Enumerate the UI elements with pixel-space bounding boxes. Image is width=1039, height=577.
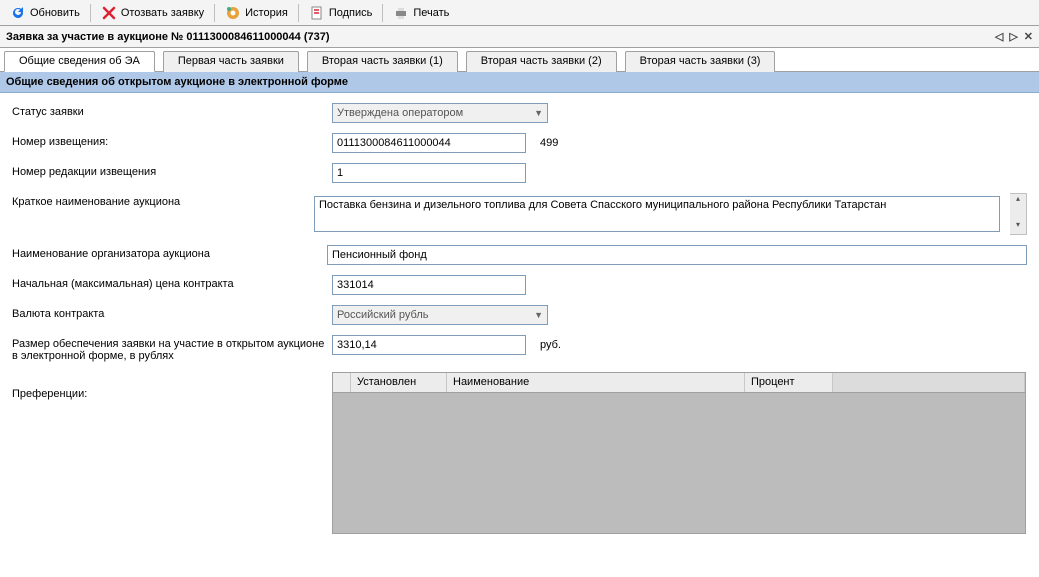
withdraw-label: Отозвать заявку [121,7,204,19]
scroll-up-icon[interactable]: ▴ [1010,194,1026,208]
start-price-input[interactable] [332,275,526,295]
form-area: Статус заявки Утверждена оператором ▼ Но… [0,93,1039,540]
window-title-bar: Заявка за участие в аукционе № 011130008… [0,26,1039,48]
signature-button[interactable]: Подпись [303,3,379,23]
toolbar-separator [382,4,383,22]
currency-label: Валюта контракта [12,305,332,320]
notice-no-label: Номер извещения: [12,133,332,148]
grid-body [333,393,1025,533]
tabs: Общие сведения об ЭА Первая часть заявки… [0,48,1039,72]
prev-record-button[interactable]: ◁ [995,30,1003,43]
signature-label: Подпись [329,7,373,19]
chevron-down-icon: ▼ [534,310,543,320]
tab-general[interactable]: Общие сведения об ЭА [4,51,155,72]
notice-rev-label: Номер редакции извещения [12,163,332,178]
notice-rev-input[interactable] [332,163,526,183]
tab-part2-1[interactable]: Вторая часть заявки (1) [307,51,458,72]
window-title: Заявка за участие в аукционе № 011130008… [6,31,330,43]
status-value: Утверждена оператором [337,107,463,119]
window-controls: ◁ ▷ ✕ [995,30,1033,43]
print-icon [393,5,409,21]
notice-no-aux: 499 [540,137,558,149]
textarea-scrollbar[interactable]: ▴ ▾ [1010,193,1027,235]
section-header: Общие сведения об открытом аукционе в эл… [0,72,1039,93]
grid-header-percent: Процент [745,373,833,392]
preferences-grid[interactable]: Установлен Наименование Процент [332,372,1026,534]
print-label: Печать [413,7,449,19]
grid-header-selector [333,373,351,392]
history-icon [225,5,241,21]
grid-header-name: Наименование [447,373,745,392]
refresh-label: Обновить [30,7,80,19]
short-name-label: Краткое наименование аукциона [12,193,314,208]
notice-no-input[interactable] [332,133,526,153]
tab-part1[interactable]: Первая часть заявки [163,51,299,72]
currency-value: Российский рубль [337,309,429,321]
withdraw-button[interactable]: Отозвать заявку [95,3,210,23]
next-record-button[interactable]: ▷ [1009,30,1017,43]
grid-header-set: Установлен [351,373,447,392]
deposit-unit: руб. [540,339,561,351]
grid-header-row: Установлен Наименование Процент [333,373,1025,393]
start-price-label: Начальная (максимальная) цена контракта [12,275,332,290]
short-name-textarea[interactable] [314,196,1000,232]
toolbar-separator [298,4,299,22]
toolbar-separator [90,4,91,22]
history-button[interactable]: История [219,3,294,23]
status-select[interactable]: Утверждена оператором ▼ [332,103,548,123]
preferences-label: Преференции: [12,372,332,400]
status-label: Статус заявки [12,103,332,118]
toolbar: Обновить Отозвать заявку История Подпись… [0,0,1039,26]
refresh-button[interactable]: Обновить [4,3,86,23]
tab-part2-3[interactable]: Вторая часть заявки (3) [625,51,776,72]
grid-header-spacer [833,373,1025,392]
withdraw-icon [101,5,117,21]
organizer-input[interactable] [327,245,1027,265]
scroll-down-icon[interactable]: ▾ [1010,220,1026,234]
chevron-down-icon: ▼ [534,108,543,118]
signature-icon [309,5,325,21]
deposit-input[interactable] [332,335,526,355]
tab-part2-2[interactable]: Вторая часть заявки (2) [466,51,617,72]
refresh-icon [10,5,26,21]
history-label: История [245,7,288,19]
organizer-label: Наименование организатора аукциона [12,245,327,260]
deposit-label: Размер обеспечения заявки на участие в о… [12,335,332,362]
print-button[interactable]: Печать [387,3,455,23]
close-button[interactable]: ✕ [1024,30,1033,43]
currency-select[interactable]: Российский рубль ▼ [332,305,548,325]
toolbar-separator [214,4,215,22]
